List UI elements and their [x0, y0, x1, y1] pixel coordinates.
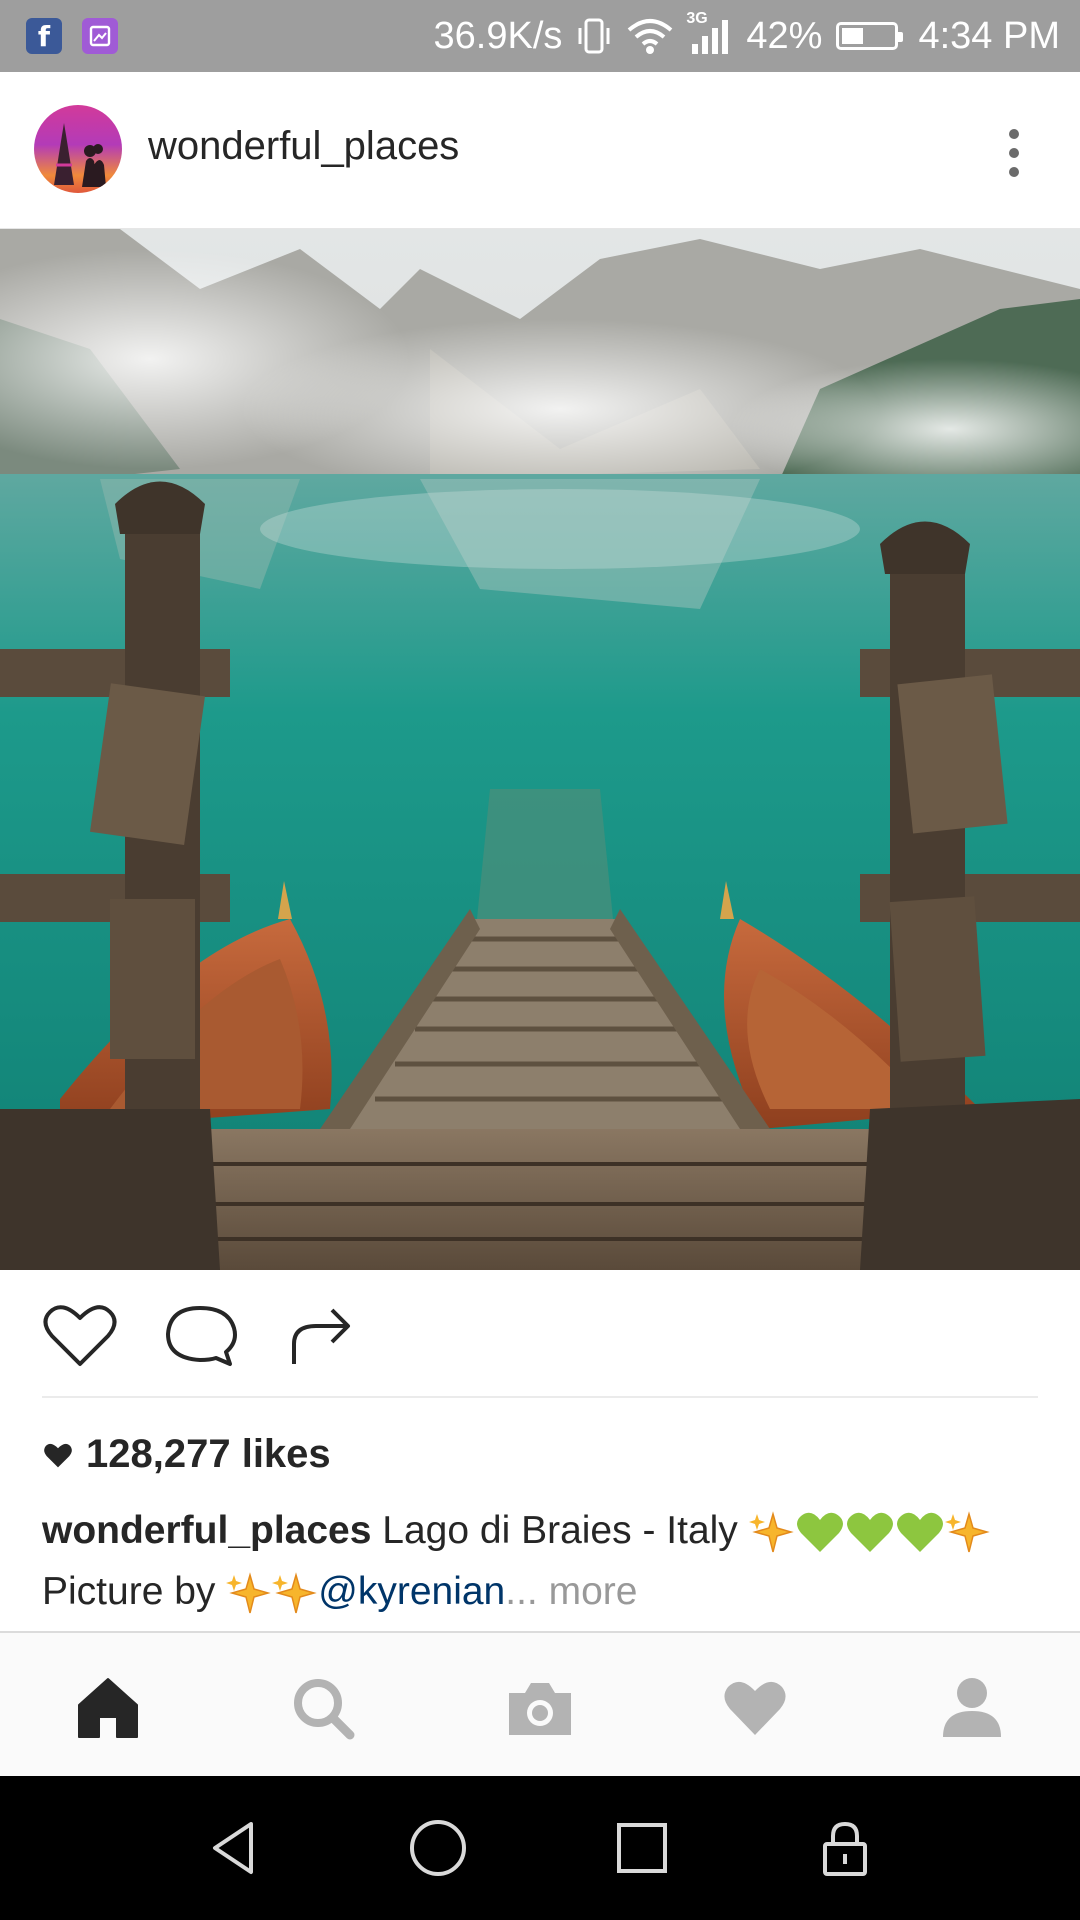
recents-icon[interactable]	[612, 1818, 672, 1878]
bottom-nav	[0, 1631, 1080, 1778]
more-link[interactable]: more	[549, 1570, 638, 1613]
camera-icon[interactable]	[505, 1673, 575, 1743]
caption-ellipsis: ...	[505, 1570, 538, 1613]
green-heart-icon	[796, 1512, 843, 1552]
likes-count[interactable]: 128,277 likes	[42, 1432, 331, 1477]
heart-outline-icon[interactable]	[40, 1300, 120, 1370]
post-header: wonderful_places	[0, 72, 1080, 229]
post-username[interactable]: wonderful_places	[148, 124, 459, 169]
heart-icon[interactable]	[720, 1673, 790, 1743]
comment-icon[interactable]	[160, 1300, 240, 1370]
post-caption: wonderful_places Lago di Braies - Italy …	[42, 1500, 1042, 1622]
battery-icon	[836, 22, 904, 50]
sparkles-icon	[748, 1510, 794, 1552]
caption-username[interactable]: wonderful_places	[42, 1509, 371, 1552]
back-icon[interactable]	[205, 1818, 265, 1878]
green-heart-icon	[846, 1512, 893, 1552]
battery-percent: 42%	[746, 14, 823, 57]
search-icon[interactable]	[288, 1673, 358, 1743]
network-type: 3G	[686, 10, 708, 27]
vibrate-icon	[576, 16, 612, 56]
system-nav-bar	[0, 1776, 1080, 1920]
post-photo[interactable]	[0, 229, 1080, 1270]
caption-line2: Picture by	[42, 1570, 216, 1613]
facebook-icon: f	[26, 18, 62, 54]
home-circle-icon[interactable]	[408, 1818, 468, 1878]
heart-filled-icon	[44, 1443, 72, 1467]
clock: 4:34 PM	[918, 14, 1060, 57]
lock-icon[interactable]	[815, 1818, 875, 1878]
post-actions	[0, 1270, 1080, 1398]
net-speed: 36.9K/s	[433, 14, 563, 57]
likes-label: 128,277 likes	[86, 1432, 331, 1476]
mention-link[interactable]: @kyrenian	[318, 1570, 505, 1613]
lake-scene-image	[0, 229, 1080, 1270]
home-icon[interactable]	[73, 1673, 143, 1743]
more-options-icon[interactable]	[1008, 128, 1020, 178]
avatar[interactable]	[34, 105, 122, 193]
green-heart-icon	[896, 1512, 943, 1552]
share-icon[interactable]	[280, 1300, 360, 1370]
divider	[42, 1396, 1038, 1398]
status-bar: f 36.9K/s 3G 42% 4:34 PM	[0, 0, 1080, 72]
sparkles-icon	[944, 1510, 990, 1552]
gallery-icon	[82, 18, 118, 54]
notification-icons: f	[26, 18, 118, 54]
signal-icon: 3G	[686, 10, 732, 56]
profile-icon[interactable]	[937, 1673, 1007, 1743]
wifi-icon	[626, 17, 674, 55]
sparkles-icon	[226, 1571, 271, 1613]
caption-text: Lago di Braies - Italy	[382, 1509, 738, 1552]
sparkles-icon	[272, 1571, 317, 1613]
